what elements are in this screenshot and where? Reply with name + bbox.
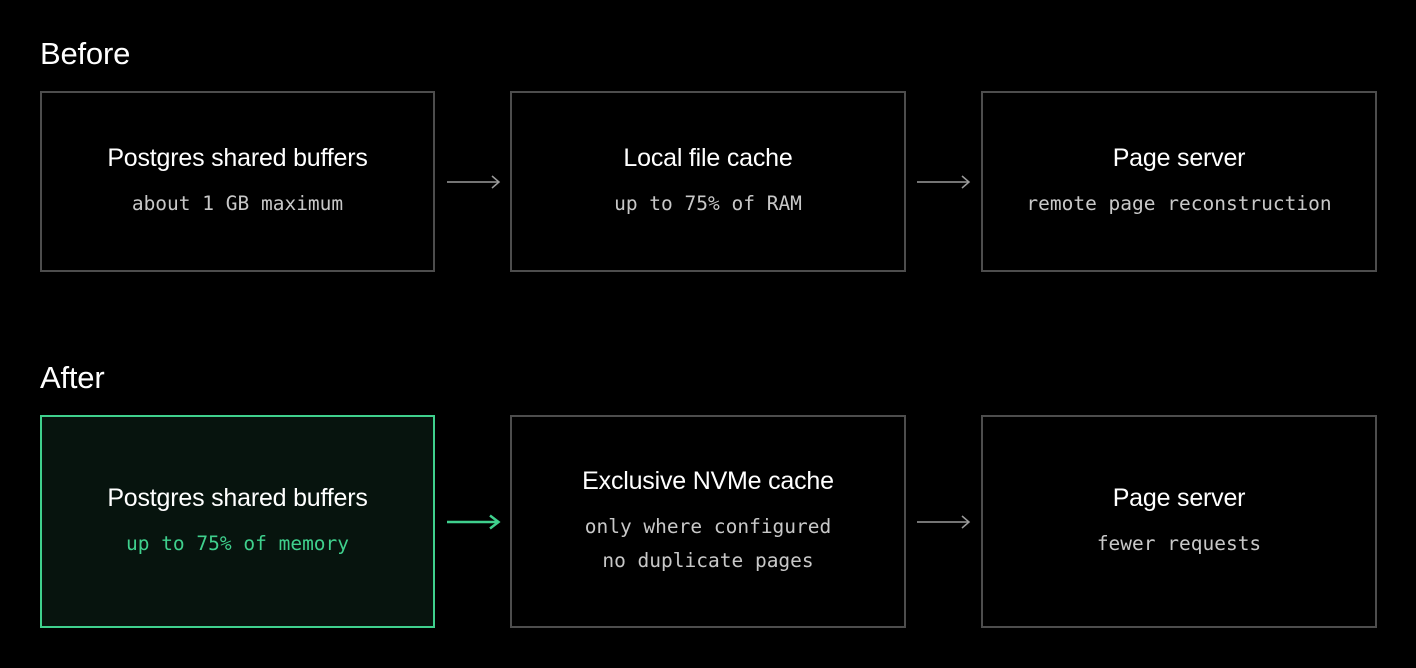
box-title: Page server (1112, 143, 1246, 172)
after-box-page-server: Page server fewer requests (981, 415, 1377, 628)
before-box-local-file-cache: Local file cache up to 75% of RAM (510, 91, 906, 272)
box-subtitle: about 1 GB maximum (131, 191, 344, 215)
box-subtitle: remote page reconstruction (1026, 191, 1332, 215)
box-subtitle: up to 75% of memory (125, 531, 350, 555)
box-title: Postgres shared buffers (107, 483, 368, 512)
box-title: Local file cache (623, 143, 793, 172)
before-box-page-server: Page server remote page reconstruction (981, 91, 1377, 272)
arrow-right-icon (917, 514, 971, 530)
box-title: Page server (1112, 483, 1246, 512)
box-subtitle: fewer requests (1096, 531, 1262, 555)
arrow-right-icon (447, 514, 501, 530)
box-subtitle: up to 75% of RAM (614, 191, 802, 215)
after-section-title: After (40, 360, 105, 395)
after-box-nvme-cache: Exclusive NVMe cache only where configur… (510, 415, 906, 628)
arrow-right-icon (447, 174, 501, 190)
box-subtitle: no duplicate pages (602, 548, 814, 572)
box-title: Postgres shared buffers (107, 143, 368, 172)
box-subtitle: only where configured (584, 514, 832, 538)
before-section-title: Before (40, 36, 131, 71)
box-title: Exclusive NVMe cache (582, 466, 834, 495)
after-box-shared-buffers: Postgres shared buffers up to 75% of mem… (40, 415, 435, 628)
arrow-right-icon (917, 174, 971, 190)
before-box-shared-buffers: Postgres shared buffers about 1 GB maxim… (40, 91, 435, 272)
